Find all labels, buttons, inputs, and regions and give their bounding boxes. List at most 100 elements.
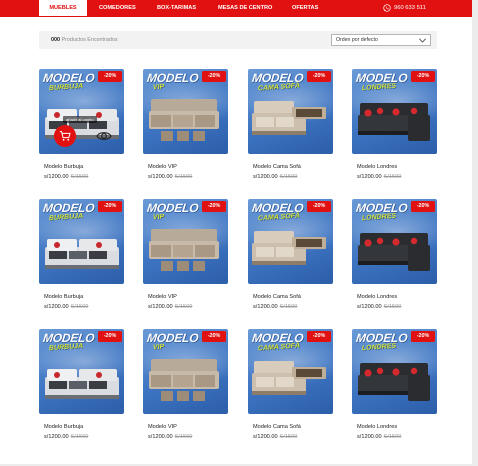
product-name[interactable]: Modelo Cama Sofá <box>253 424 301 430</box>
products-found-count: 000 Productos Encontrados <box>51 31 118 49</box>
product-card[interactable]: MODELO LONDRES -20% Modelo Londres s/120… <box>352 199 437 319</box>
image-model-text: VIP <box>152 213 165 222</box>
phone-number: 960 633 511 <box>394 5 426 11</box>
discount-badge: -20% <box>202 331 226 342</box>
old-price: S/1500 <box>174 434 193 440</box>
current-price: s/1200.00 <box>148 434 173 440</box>
old-price: S/1500 <box>383 174 402 180</box>
nav-item-box-tarimas[interactable]: BOX-TARIMAS <box>157 0 196 17</box>
product-image[interactable]: MODELO LONDRES -20% <box>352 69 437 154</box>
current-price: s/1200.00 <box>357 174 382 180</box>
discount-badge: -20% <box>411 201 435 212</box>
product-price: s/1200.00 S/1500 <box>148 304 192 310</box>
current-price: s/1200.00 <box>148 174 173 180</box>
discount-badge: -20% <box>411 71 435 82</box>
product-image[interactable]: MODELO VIP -20% <box>143 69 228 154</box>
current-price: s/1200.00 <box>253 174 278 180</box>
old-price: S/1500 <box>174 174 193 180</box>
top-nav-bar: MUEBLES COMEDORES BOX-TARIMAS MESAS DE C… <box>0 0 472 17</box>
old-price: S/1500 <box>279 434 298 440</box>
product-image[interactable]: MODELO VIP -20% <box>143 199 228 284</box>
old-price: S/1500 <box>383 434 402 440</box>
product-name[interactable]: Modelo Londres <box>357 424 397 430</box>
old-price: S/1500 <box>174 304 193 310</box>
product-name[interactable]: Modelo Burbuja <box>44 424 83 430</box>
product-card[interactable]: MODELO BURBUJA -20% Modelo Burbuja s/120… <box>39 69 124 189</box>
product-image[interactable]: MODELO LONDRES -20% <box>352 329 437 414</box>
product-image[interactable]: MODELO CAMA SOFÁ -20% <box>248 329 333 414</box>
chevron-down-icon <box>419 38 426 43</box>
product-card[interactable]: MODELO VIP -20% Modelo VIP s/1200.00 S/15… <box>143 199 228 319</box>
product-image[interactable]: MODELO CAMA SOFÁ -20% <box>248 199 333 284</box>
product-price: s/1200.00 S/1500 <box>253 434 297 440</box>
discount-badge: -20% <box>98 331 122 342</box>
count-value: 000 <box>51 37 60 43</box>
nav-item-muebles[interactable]: MUEBLES <box>39 0 87 17</box>
product-card[interactable]: MODELO LONDRES -20% Modelo Londres s/120… <box>352 69 437 189</box>
discount-badge: -20% <box>307 201 331 212</box>
product-card[interactable]: MODELO CAMA SOFÁ -20% Modelo Cama Sofá s… <box>248 199 333 319</box>
old-price: S/1500 <box>70 434 89 440</box>
current-price: s/1200.00 <box>253 434 278 440</box>
current-price: s/1200.00 <box>357 434 382 440</box>
image-brand-text: MODELO <box>146 71 200 85</box>
discount-badge: -20% <box>202 71 226 82</box>
current-price: s/1200.00 <box>357 304 382 310</box>
product-card[interactable]: MODELO VIP -20% Modelo VIP s/1200.00 S/15… <box>143 69 228 189</box>
nav-item-mesas-de-centro[interactable]: MESAS DE CENTRO <box>218 0 272 17</box>
product-image[interactable]: MODELO VIP -20% <box>143 329 228 414</box>
product-price: s/1200.00 S/1500 <box>253 174 297 180</box>
product-image[interactable]: MODELO BURBUJA -20% <box>39 329 124 414</box>
product-name[interactable]: Modelo Cama Sofá <box>253 294 301 300</box>
image-brand-text: MODELO <box>146 331 200 345</box>
current-price: s/1200.00 <box>148 304 173 310</box>
product-price: s/1200.00 S/1500 <box>357 434 401 440</box>
current-price: s/1200.00 <box>253 304 278 310</box>
product-card[interactable]: MODELO CAMA SOFÁ -20% Modelo Cama Sofá s… <box>248 329 333 449</box>
old-price: S/1500 <box>70 174 89 180</box>
product-name[interactable]: Modelo Burbuja <box>44 294 83 300</box>
product-card[interactable]: MODELO VIP -20% Modelo VIP s/1200.00 S/15… <box>143 329 228 449</box>
product-name[interactable]: Modelo VIP <box>148 294 177 300</box>
image-brand-text: MODELO <box>146 201 200 215</box>
sort-select[interactable]: Orden por defecto <box>331 34 431 46</box>
product-image[interactable]: MODELO BURBUJA -20% <box>39 199 124 284</box>
product-name[interactable]: Modelo Burbuja <box>44 164 83 170</box>
old-price: S/1500 <box>383 304 402 310</box>
nav-item-comedores[interactable]: COMEDORES <box>99 0 136 17</box>
product-name[interactable]: Modelo Londres <box>357 294 397 300</box>
product-name[interactable]: Modelo Londres <box>357 164 397 170</box>
product-price: s/1200.00 S/1500 <box>357 174 401 180</box>
count-label: Productos Encontrados <box>61 37 118 43</box>
product-price: s/1200.00 S/1500 <box>253 304 297 310</box>
product-name[interactable]: Modelo VIP <box>148 164 177 170</box>
page: MUEBLES COMEDORES BOX-TARIMAS MESAS DE C… <box>0 0 472 464</box>
shopping-cart-icon <box>59 131 71 141</box>
eye-icon[interactable] <box>96 129 112 143</box>
add-to-cart-button[interactable] <box>54 125 76 147</box>
product-hover-actions: añadir al carrito <box>39 69 124 154</box>
product-price: s/1200.00 S/1500 <box>44 304 88 310</box>
product-name[interactable]: Modelo VIP <box>148 424 177 430</box>
current-price: s/1200.00 <box>44 304 69 310</box>
product-image[interactable]: MODELO CAMA SOFÁ -20% <box>248 69 333 154</box>
product-card[interactable]: MODELO BURBUJA -20% Modelo Burbuja s/120… <box>39 329 124 449</box>
current-price: s/1200.00 <box>44 434 69 440</box>
image-model-text: VIP <box>152 83 165 92</box>
whatsapp-icon <box>383 4 391 12</box>
nav-item-ofertas[interactable]: OFERTAS <box>292 0 318 17</box>
product-name[interactable]: Modelo Cama Sofá <box>253 164 301 170</box>
product-card[interactable]: MODELO LONDRES -20% Modelo Londres s/120… <box>352 329 437 449</box>
product-card[interactable]: MODELO CAMA SOFÁ -20% Modelo Cama Sofá s… <box>248 69 333 189</box>
product-card[interactable]: MODELO BURBUJA -20% Modelo Burbuja s/120… <box>39 199 124 319</box>
discount-badge: -20% <box>307 331 331 342</box>
product-image[interactable]: MODELO LONDRES -20% <box>352 199 437 284</box>
discount-badge: -20% <box>98 201 122 212</box>
current-price: s/1200.00 <box>44 174 69 180</box>
product-price: s/1200.00 S/1500 <box>44 174 88 180</box>
results-filter-bar: 000 Productos Encontrados Orden por defe… <box>39 31 437 49</box>
old-price: S/1500 <box>70 304 89 310</box>
discount-badge: -20% <box>202 201 226 212</box>
image-model-text: VIP <box>152 343 165 352</box>
discount-badge: -20% <box>307 71 331 82</box>
